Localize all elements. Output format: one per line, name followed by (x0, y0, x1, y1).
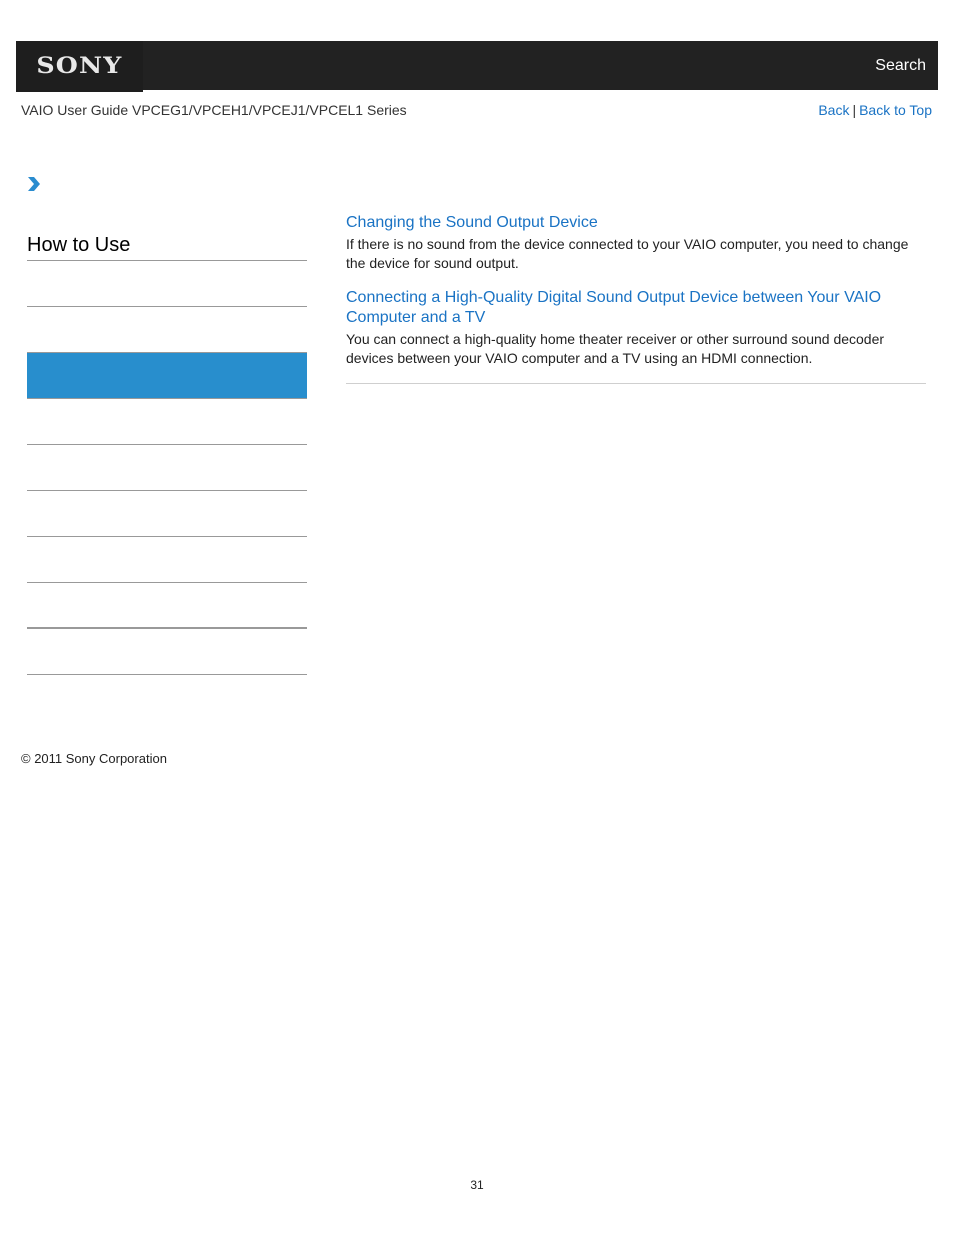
nav-separator: | (852, 102, 857, 118)
sidebar-item-active[interactable] (27, 353, 307, 399)
sidebar-item[interactable] (27, 399, 307, 445)
search-link[interactable]: Search (875, 57, 926, 75)
sidebar-item[interactable] (27, 307, 307, 353)
sidebar: How to Use (27, 228, 307, 675)
topic-link[interactable]: Connecting a High-Quality Digital Sound … (346, 288, 926, 328)
logo-text: SONY (36, 52, 123, 79)
sidebar-item[interactable] (27, 261, 307, 307)
guide-title: VAIO User Guide VPCEG1/VPCEH1/VPCEJ1/VPC… (21, 102, 407, 118)
topic-link[interactable]: Changing the Sound Output Device (346, 213, 926, 233)
back-to-top-link[interactable]: Back to Top (859, 102, 932, 118)
topic-item: Connecting a High-Quality Digital Sound … (346, 288, 926, 368)
content-divider (346, 383, 926, 384)
chevron-right-icon[interactable] (27, 176, 41, 192)
copyright: © 2011 Sony Corporation (21, 751, 167, 766)
topic-description: If there is no sound from the device con… (346, 236, 909, 271)
page-number: 31 (470, 1178, 484, 1192)
topic-list: Changing the Sound Output Device If ther… (346, 213, 926, 384)
sidebar-title: How to Use (27, 228, 307, 261)
header-bar (16, 41, 938, 90)
topic-item: Changing the Sound Output Device If ther… (346, 213, 926, 273)
back-link[interactable]: Back (818, 102, 849, 118)
nav-links: Back | Back to Top (818, 102, 932, 118)
sidebar-item[interactable] (27, 629, 307, 675)
sidebar-item[interactable] (27, 537, 307, 583)
sony-logo: SONY (16, 41, 143, 92)
sidebar-item[interactable] (27, 583, 307, 629)
sidebar-item[interactable] (27, 491, 307, 537)
sidebar-item[interactable] (27, 445, 307, 491)
topic-description: You can connect a high-quality home thea… (346, 331, 885, 366)
